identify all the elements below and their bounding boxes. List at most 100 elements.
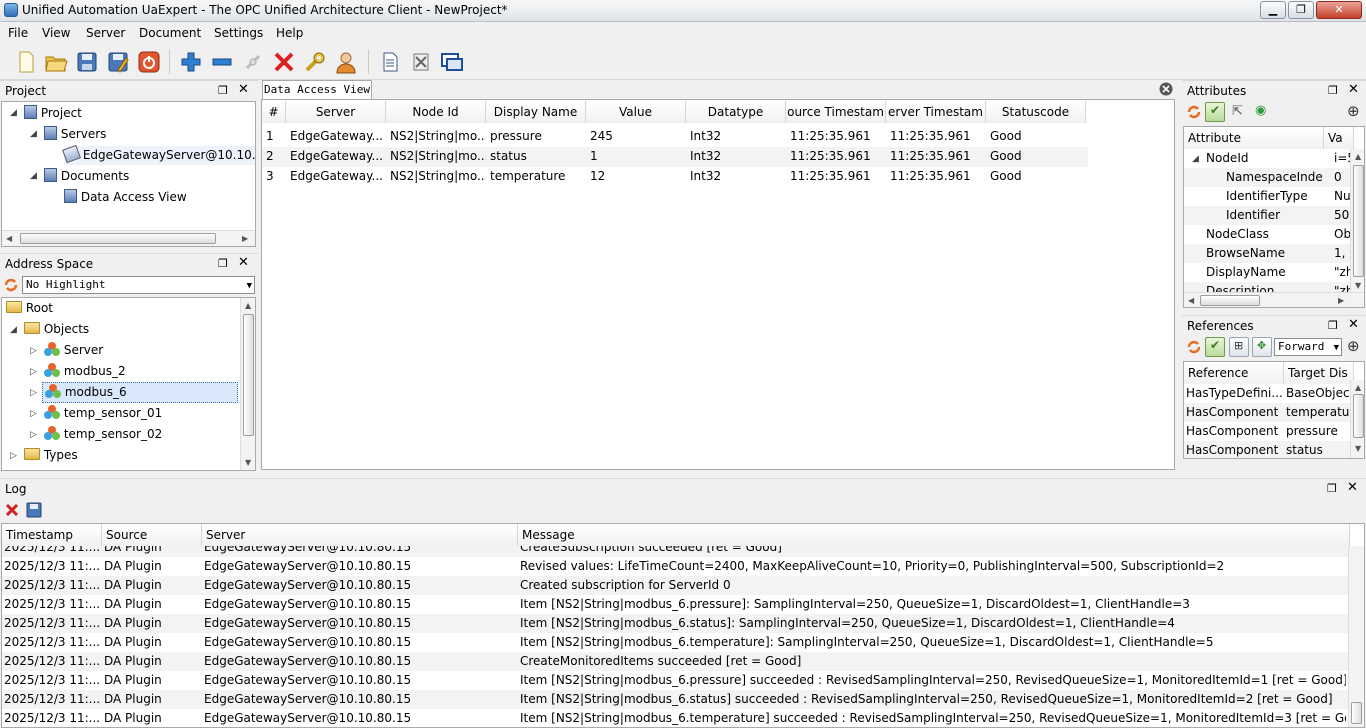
add-server-icon[interactable]: [179, 50, 203, 74]
col-server[interactable]: Server: [286, 101, 386, 123]
menu-server[interactable]: Server: [86, 26, 125, 40]
attribute-row[interactable]: DisplayName "zh: [1184, 263, 1352, 282]
close-dock-icon[interactable]: ✕: [238, 82, 249, 97]
log-row[interactable]: 2025/12/3 11:... DA Plugin EdgeGatewayServ…: [2, 671, 1348, 690]
log-row[interactable]: 2025/12/3 11:... DA Plugin EdgeGatewayServ…: [2, 690, 1348, 709]
attributes-horizontal-scrollbar[interactable]: ◀ ▶: [1184, 292, 1364, 307]
hierarchy-toggle[interactable]: ⊞: [1229, 337, 1249, 357]
table-row[interactable]: 2 EdgeGateway... NS2|String|mo... status 1 In…: [262, 147, 1088, 167]
save-as-icon[interactable]: [106, 50, 130, 74]
col-target-display[interactable]: Target Dis: [1284, 362, 1354, 384]
tree-item-server[interactable]: EdgeGatewayServer@10.10.8: [62, 144, 255, 165]
float-icon[interactable]: ❐: [218, 84, 228, 97]
address-space-vertical-scrollbar[interactable]: ▲ ▼: [240, 298, 255, 470]
attribute-row[interactable]: NodeClass Ob: [1184, 225, 1351, 244]
col-source[interactable]: Source: [102, 524, 202, 546]
save-log-icon[interactable]: [26, 502, 42, 518]
document-icon[interactable]: [378, 50, 402, 74]
close-dock-icon[interactable]: ✕: [1348, 317, 1359, 332]
project-horizontal-scrollbar[interactable]: ◀ ▶: [2, 230, 255, 246]
menu-document[interactable]: Document: [139, 26, 201, 40]
attribute-row[interactable]: IdentifierType Nu: [1184, 187, 1351, 206]
references-vertical-scrollbar[interactable]: ▲ ▼: [1350, 380, 1364, 458]
tree-item-temp-sensor-01[interactable]: temp_sensor_01: [44, 404, 162, 423]
attribute-row[interactable]: Identifier 50: [1184, 206, 1350, 225]
close-window-button[interactable]: ✕: [1316, 1, 1362, 19]
maximize-button[interactable]: ❐: [1288, 1, 1314, 19]
highlight-select[interactable]: No Highlight ▼: [22, 276, 255, 294]
col-server-timestamp[interactable]: erver Timestam: [886, 101, 986, 123]
log-row[interactable]: 2025/12/3 11:... DA Plugin EdgeGatewayServ…: [2, 709, 1348, 727]
log-row[interactable]: 2025/12/3 11:... DA Plugin EdgeGatewayServ…: [2, 652, 1348, 671]
log-row[interactable]: 2025/12/3 11:... DA Plugin EdgeGatewayServ…: [2, 595, 1348, 614]
exit-icon[interactable]: [137, 50, 161, 74]
col-datatype[interactable]: Datatype: [686, 101, 786, 123]
cursor-icon[interactable]: ⇱: [1232, 104, 1243, 119]
connect-icon[interactable]: [241, 50, 265, 74]
move-toggle[interactable]: ✥: [1252, 337, 1272, 357]
menu-help[interactable]: Help: [276, 26, 303, 40]
float-icon[interactable]: ❐: [1328, 84, 1338, 97]
col-source-timestamp[interactable]: ource Timestam: [786, 101, 886, 123]
reference-row[interactable]: HasComponent status: [1184, 441, 1350, 458]
col-timestamp[interactable]: Timestamp: [2, 524, 102, 546]
float-icon[interactable]: ❐: [1328, 319, 1338, 332]
expand-arrow-icon[interactable]: ◢: [1192, 154, 1199, 164]
float-icon[interactable]: ❐: [1327, 482, 1337, 495]
target-icon[interactable]: ◉: [1255, 103, 1266, 118]
disconnect-icon[interactable]: [272, 50, 296, 74]
tree-item-root[interactable]: Root: [6, 299, 53, 318]
direction-select[interactable]: Forward ▼: [1274, 338, 1342, 356]
col-statuscode[interactable]: Statuscode: [986, 101, 1086, 123]
table-row[interactable]: 3 EdgeGateway... NS2|String|mo... temperatu…: [262, 167, 1088, 187]
tree-item-temp-sensor-02[interactable]: temp_sensor_02: [44, 425, 162, 444]
user-icon[interactable]: [334, 50, 358, 74]
col-message[interactable]: Message: [518, 524, 1350, 546]
new-project-icon[interactable]: [14, 50, 38, 74]
open-project-icon[interactable]: [44, 50, 68, 74]
clear-log-icon[interactable]: [5, 503, 19, 517]
close-document-icon[interactable]: [409, 50, 433, 74]
attributes-vertical-scrollbar[interactable]: ▲ ▼: [1350, 149, 1364, 293]
log-row[interactable]: 2025/12/3 11:... DA Plugin EdgeGatewayServ…: [2, 576, 1348, 595]
attribute-row[interactable]: NamespaceIndex 0: [1184, 168, 1350, 187]
log-row[interactable]: 2025/12/3 11:... DA Plugin EdgeGatewayServ…: [2, 633, 1348, 652]
tree-item-modbus-2[interactable]: modbus_2: [44, 362, 126, 381]
tree-item-modbus-6[interactable]: modbus_6: [42, 382, 238, 403]
menu-view[interactable]: View: [42, 26, 70, 40]
attribute-row[interactable]: ◢NodeIdi=5: [1184, 149, 1352, 168]
settings-wrench-icon[interactable]: [303, 50, 327, 74]
refresh-icon[interactable]: [1186, 339, 1202, 355]
refresh-icon[interactable]: [1186, 104, 1202, 120]
col-log-server[interactable]: Server: [202, 524, 518, 546]
tree-item-project[interactable]: Project: [24, 104, 82, 123]
log-row[interactable]: 2025/12/3 11:... DA Plugin EdgeGatewayServ…: [2, 614, 1348, 633]
menu-file[interactable]: File: [8, 26, 28, 40]
close-tab-icon[interactable]: [1159, 82, 1173, 96]
col-display-name[interactable]: Display Name: [486, 101, 586, 123]
col-node-id[interactable]: Node Id: [386, 101, 486, 123]
close-dock-icon[interactable]: ✕: [1348, 82, 1359, 97]
log-row[interactable]: 2025/12/3 11:... DA Plugin EdgeGatewayServ…: [2, 557, 1348, 576]
tree-item-server-object[interactable]: Server: [44, 341, 103, 360]
col-index[interactable]: #: [262, 101, 286, 123]
add-icon[interactable]: ⊕: [1347, 337, 1360, 355]
float-icon[interactable]: ❐: [218, 257, 228, 270]
col-reference[interactable]: Reference: [1184, 362, 1284, 384]
remove-server-icon[interactable]: [210, 50, 234, 74]
tree-item-objects[interactable]: Objects: [24, 320, 89, 339]
auto-update-toggle[interactable]: ✔: [1205, 337, 1225, 357]
tab-data-access-view[interactable]: Data Access View: [262, 80, 372, 99]
table-row[interactable]: 1 EdgeGateway... NS2|String|mo... pressure 2…: [262, 127, 1088, 147]
auto-update-toggle[interactable]: ✔: [1205, 102, 1225, 122]
col-value[interactable]: Value: [586, 101, 686, 123]
tree-item-documents[interactable]: Documents: [44, 167, 129, 186]
col-attribute[interactable]: Attribute: [1184, 127, 1324, 149]
log-vertical-scrollbar[interactable]: [1348, 546, 1364, 727]
window-icon[interactable]: [440, 50, 464, 74]
reference-row[interactable]: HasComponent pressure: [1184, 422, 1350, 441]
close-dock-icon[interactable]: ✕: [1347, 480, 1358, 495]
close-dock-icon[interactable]: ✕: [238, 255, 249, 270]
reference-row[interactable]: HasComponent temperatu: [1184, 403, 1350, 422]
tree-item-data-access-view[interactable]: Data Access View: [64, 188, 187, 207]
